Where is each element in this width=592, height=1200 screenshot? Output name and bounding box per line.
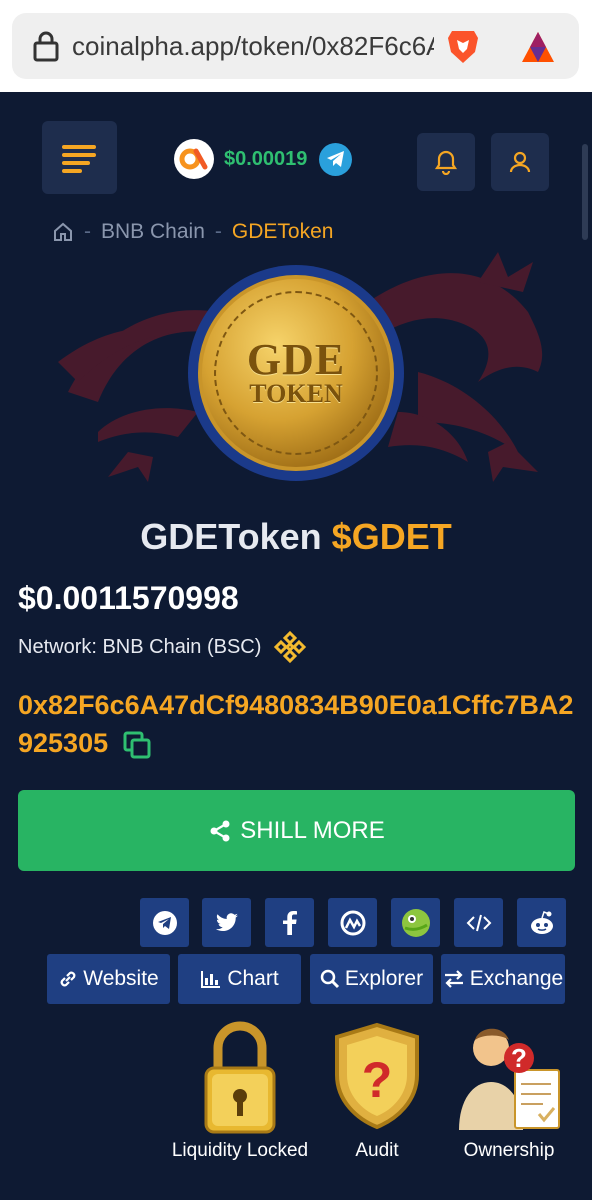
svg-text:?: ? <box>511 1043 527 1073</box>
social-code-button[interactable] <box>454 898 503 947</box>
scrollbar[interactable] <box>582 144 588 240</box>
token-price: $0.0011570998 <box>18 580 239 616</box>
menu-icon-bar <box>62 153 96 157</box>
coingecko-icon <box>401 908 430 937</box>
gde-coin-image: GDE TOKEN <box>198 275 394 471</box>
social-coingecko-button[interactable] <box>391 898 440 947</box>
audit-badge[interactable]: ? Audit <box>325 1018 429 1168</box>
shill-more-button[interactable]: SHILL MORE <box>18 790 575 871</box>
copy-icon[interactable] <box>122 730 152 760</box>
user-icon <box>509 151 531 173</box>
liquidity-locked-label: Liquidity Locked <box>171 1140 309 1161</box>
address-bar[interactable]: coinalpha.app/token/0x82F6c6A47dCf948083… <box>12 13 579 79</box>
breadcrumb-token: GDEToken <box>231 220 334 243</box>
bat-triangle-icon[interactable] <box>520 30 556 64</box>
facebook-icon <box>282 910 297 935</box>
telegram-icon[interactable] <box>319 142 353 176</box>
menu-icon-bar <box>62 169 82 173</box>
url-text[interactable]: coinalpha.app/token/0x82F6c6A47dCf948083… <box>72 28 434 64</box>
token-title: GDEToken $GDET <box>0 516 592 558</box>
social-twitter-button[interactable] <box>202 898 251 947</box>
owner-question-icon: ? <box>459 1028 560 1130</box>
menu-icon-bar <box>62 145 96 149</box>
breadcrumb-chain[interactable]: BNB Chain <box>101 220 205 244</box>
account-button[interactable] <box>491 133 549 191</box>
bnb-icon <box>274 630 307 664</box>
audit-label: Audit <box>355 1140 399 1161</box>
social-coinmarketcap-button[interactable] <box>328 898 377 947</box>
chart-button[interactable]: Chart <box>178 954 301 1004</box>
menu-icon-bar <box>62 161 90 165</box>
token-logo: GDE TOKEN <box>188 265 404 481</box>
padlock-icon <box>204 1021 276 1134</box>
menu-button[interactable] <box>42 121 117 194</box>
coin-ring <box>214 291 378 455</box>
brave-lion-icon[interactable] <box>446 28 480 66</box>
exchange-label: Exchange <box>469 967 564 990</box>
social-facebook-button[interactable] <box>265 898 314 947</box>
coinalpha-logo <box>174 139 214 179</box>
token-symbol: $GDET <box>331 516 452 557</box>
network-row: Network: BNB Chain (BSC) <box>18 630 307 664</box>
search-icon <box>320 969 339 989</box>
exchange-arrows-icon <box>444 970 463 988</box>
explorer-label: Explorer <box>344 967 424 990</box>
breadcrumb-separator: - <box>84 220 91 243</box>
network-label: Network: BNB Chain (BSC) <box>18 635 262 658</box>
chart-label: Chart <box>227 967 279 990</box>
shill-more-label: SHILL MORE <box>240 816 385 844</box>
home-icon[interactable] <box>52 221 74 243</box>
share-icon <box>210 820 230 841</box>
lock-icon[interactable] <box>32 30 60 62</box>
notifications-button[interactable] <box>417 133 475 191</box>
social-telegram-button[interactable] <box>140 898 189 947</box>
breadcrumb: - BNB Chain - GDEToken <box>52 220 333 244</box>
token-name: GDEToken <box>140 516 322 557</box>
contract-address-text[interactable]: 0x82F6c6A47dCf9480834B90E0a1Cffc7BA29253… <box>18 690 573 758</box>
breadcrumb-separator: - <box>214 220 222 243</box>
page-content: $0.00019 - BNB Chain - GDEToken GDE TOKE… <box>0 92 592 1200</box>
website-label: Website <box>83 967 159 990</box>
browser-chrome: coinalpha.app/token/0x82F6c6A47dCf948083… <box>0 0 592 92</box>
contract-address[interactable]: 0x82F6c6A47dCf9480834B90E0a1Cffc7BA29253… <box>18 686 578 762</box>
site-price-ticker[interactable]: $0.00019 <box>174 139 353 179</box>
shield-question-icon: ? <box>335 1022 419 1130</box>
telegram-icon <box>152 910 177 935</box>
website-button[interactable]: Website <box>47 954 170 1004</box>
reddit-icon <box>530 910 553 934</box>
liquidity-locked-badge[interactable]: Liquidity Locked <box>170 1018 310 1168</box>
ownership-label: Ownership <box>463 1140 555 1161</box>
site-token-price: $0.00019 <box>224 147 308 170</box>
bar-chart-icon <box>201 971 221 988</box>
svg-text:?: ? <box>362 1052 393 1108</box>
exchange-button[interactable]: Exchange <box>441 954 565 1004</box>
twitter-icon <box>215 912 238 931</box>
bell-icon <box>434 150 458 175</box>
code-icon <box>466 914 491 931</box>
coinmarketcap-icon <box>340 910 365 935</box>
explorer-button[interactable]: Explorer <box>310 954 433 1004</box>
ownership-badge[interactable]: ? Ownership <box>451 1018 567 1168</box>
link-icon <box>60 971 76 987</box>
social-reddit-button[interactable] <box>517 898 566 947</box>
